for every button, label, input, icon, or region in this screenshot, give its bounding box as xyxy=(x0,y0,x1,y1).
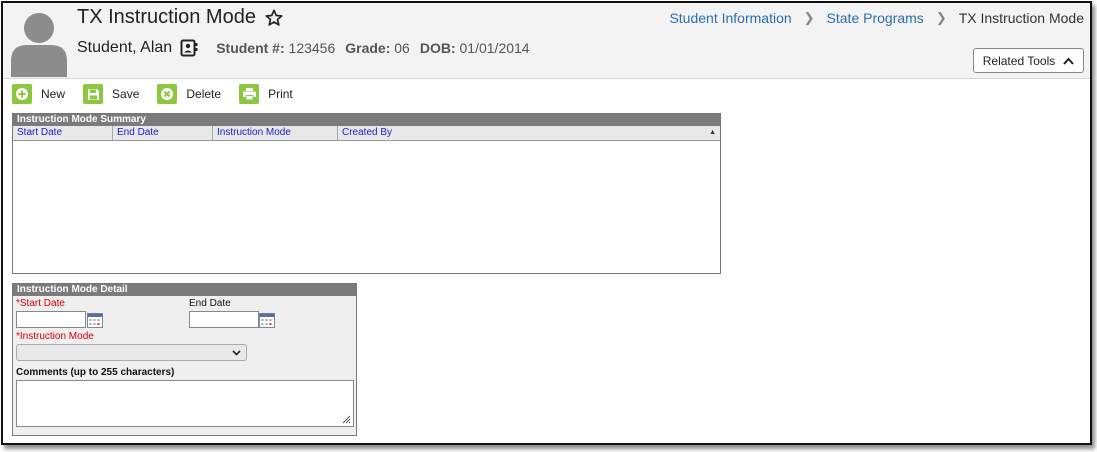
student-header: TX Instruction Mode Student, Alan Studen… xyxy=(3,3,1090,79)
save-button[interactable]: Save xyxy=(83,84,139,104)
student-number: Student #: 123456 xyxy=(216,40,335,56)
save-label: Save xyxy=(112,87,140,101)
calendar-icon[interactable] xyxy=(259,313,275,328)
chevron-up-icon xyxy=(1063,57,1074,65)
grade-value: 06 xyxy=(394,40,410,56)
page-title: TX Instruction Mode xyxy=(77,6,256,28)
grade: Grade: 06 xyxy=(345,40,410,56)
column-start-date[interactable]: Start Date xyxy=(13,126,113,140)
delete-label: Delete xyxy=(186,87,222,101)
print-icon xyxy=(239,84,260,104)
related-tools-button[interactable]: Related Tools xyxy=(973,48,1084,73)
dob-value: 01/01/2014 xyxy=(459,40,530,56)
grade-label: Grade: xyxy=(345,40,391,56)
summary-panel-title: Instruction Mode Summary xyxy=(13,114,720,126)
instruction-mode-summary-panel: Instruction Mode Summary Start Date End … xyxy=(12,113,721,274)
plus-icon xyxy=(12,84,32,104)
breadcrumb-current: TX Instruction Mode xyxy=(958,10,1084,26)
related-tools-label: Related Tools xyxy=(982,53,1056,68)
breadcrumb: Student Information ❯ State Programs ❯ T… xyxy=(669,10,1084,26)
start-date-input[interactable] xyxy=(16,311,86,328)
instruction-mode-label: *Instruction Mode xyxy=(16,331,94,342)
new-label: New xyxy=(41,87,66,101)
summary-table-header: Start Date End Date Instruction Mode Cre… xyxy=(13,126,720,141)
end-date-label: End Date xyxy=(189,298,231,309)
dob: DOB: 01/01/2014 xyxy=(420,40,530,56)
summary-table-body xyxy=(13,141,720,271)
detail-panel-title: Instruction Mode Detail xyxy=(13,284,356,296)
column-created-by[interactable]: Created By xyxy=(338,126,708,140)
save-icon xyxy=(83,84,104,104)
student-number-label: Student #: xyxy=(216,40,285,56)
delete-button[interactable]: Delete xyxy=(157,84,221,104)
chevron-right-icon: ❯ xyxy=(803,10,815,25)
student-name: Student, Alan xyxy=(77,39,173,56)
dropdown-chevron-icon xyxy=(232,350,241,356)
new-button[interactable]: New xyxy=(12,84,65,104)
avatar-icon xyxy=(11,13,67,77)
sort-arrow-icon[interactable]: ▲ xyxy=(709,129,716,136)
print-label: Print xyxy=(268,87,293,101)
app-window: TX Instruction Mode Student, Alan Studen… xyxy=(1,1,1092,445)
breadcrumb-state-programs[interactable]: State Programs xyxy=(827,10,924,26)
chevron-right-icon: ❯ xyxy=(935,10,947,25)
column-end-date[interactable]: End Date xyxy=(113,126,213,140)
column-instruction-mode[interactable]: Instruction Mode xyxy=(213,126,338,140)
resize-grip-icon[interactable] xyxy=(341,414,351,424)
comments-textarea[interactable] xyxy=(16,380,354,427)
delete-icon xyxy=(157,84,178,104)
instruction-mode-detail-panel: Instruction Mode Detail *Start Date End … xyxy=(12,283,357,436)
contact-card-icon[interactable] xyxy=(180,39,198,57)
comments-label: Comments (up to 255 characters) xyxy=(16,367,175,378)
page-title-row: TX Instruction Mode xyxy=(77,6,284,29)
instruction-mode-select[interactable] xyxy=(16,344,247,361)
start-date-label: *Start Date xyxy=(16,298,65,309)
action-toolbar: New Save Delete Print xyxy=(12,84,311,104)
student-info: Student, Alan Student #: 123456 Grade: 0… xyxy=(77,39,540,57)
end-date-input[interactable] xyxy=(189,311,259,328)
calendar-icon[interactable] xyxy=(87,313,103,328)
dob-label: DOB: xyxy=(419,40,456,56)
print-button[interactable]: Print xyxy=(239,84,293,104)
student-number-value: 123456 xyxy=(288,40,336,56)
breadcrumb-student-information[interactable]: Student Information xyxy=(669,10,791,26)
star-icon[interactable] xyxy=(264,8,284,28)
